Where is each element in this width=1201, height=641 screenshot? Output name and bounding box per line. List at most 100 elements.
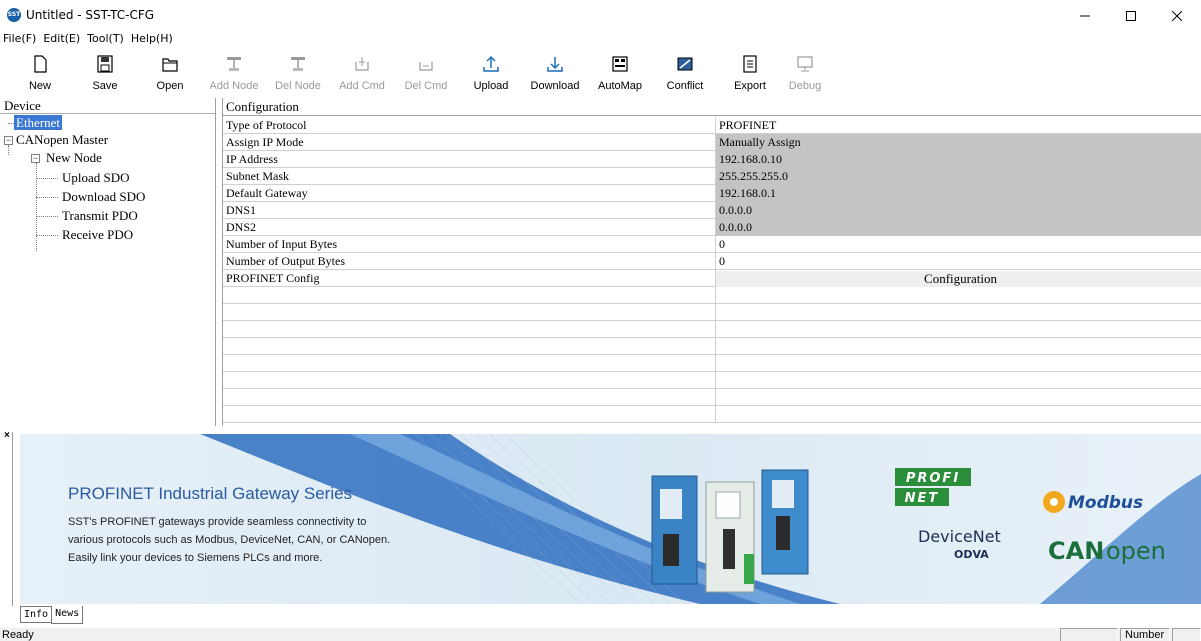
upload-icon bbox=[483, 55, 499, 72]
tree-item-label: CANopen Master bbox=[16, 132, 109, 147]
tree-item-label: Receive PDO bbox=[62, 227, 134, 242]
empty-cell bbox=[223, 287, 716, 304]
dns1-value[interactable]: 0.0.0.0 bbox=[716, 202, 1201, 219]
status-number-indicator: Number bbox=[1120, 628, 1170, 641]
modbus-logo-text: Modbus bbox=[1068, 493, 1143, 513]
debug-icon bbox=[797, 56, 813, 72]
export-icon bbox=[743, 55, 757, 73]
config-row: PROFINET Config Configuration bbox=[223, 270, 1201, 287]
tab-news[interactable]: News bbox=[51, 606, 84, 624]
config-row-name: Subnet Mask bbox=[223, 168, 716, 185]
tree-item-transmit-pdo[interactable]: Transmit PDO bbox=[60, 208, 140, 224]
banner-text-line: Easily link your devices to Siemens PLCs… bbox=[68, 552, 323, 564]
tree-item-receive-pdo[interactable]: Receive PDO bbox=[60, 227, 135, 243]
config-row: Number of Output Bytes 0 bbox=[223, 253, 1201, 270]
input-bytes-value[interactable]: 0 bbox=[716, 236, 1201, 253]
close-panel-icon[interactable]: × bbox=[4, 430, 10, 441]
tree-item-ethernet[interactable]: Ethernet bbox=[14, 115, 63, 131]
app-icon: SST bbox=[7, 8, 21, 22]
dns2-value[interactable]: 0.0.0.0 bbox=[716, 219, 1201, 236]
minimize-icon bbox=[1080, 15, 1090, 17]
config-row-name: Assign IP Mode bbox=[223, 134, 716, 151]
tree-line bbox=[36, 235, 58, 236]
config-row-name: Number of Input Bytes bbox=[223, 236, 716, 253]
config-row-name: Number of Output Bytes bbox=[223, 253, 716, 270]
new-button[interactable]: New bbox=[8, 50, 72, 97]
tree-item-label: New Node bbox=[46, 150, 102, 165]
devicenet-logo: DeviceNet ODVA bbox=[918, 527, 1001, 561]
tree-item-download-sdo[interactable]: Download SDO bbox=[60, 189, 147, 205]
empty-row bbox=[223, 355, 1201, 372]
tree-line bbox=[36, 163, 37, 251]
automap-button[interactable]: AutoMap bbox=[588, 50, 652, 97]
config-row: IP Address 192.168.0.10 bbox=[223, 151, 1201, 168]
menu-edit[interactable]: Edit(E) bbox=[40, 31, 84, 47]
canopen-logo: CAN open bbox=[1048, 537, 1166, 565]
tree-item-upload-sdo[interactable]: Upload SDO bbox=[60, 170, 132, 186]
debug-label: Debug bbox=[788, 80, 822, 92]
menu-file[interactable]: File(F) bbox=[0, 31, 40, 47]
download-button[interactable]: Download bbox=[523, 50, 587, 97]
close-button[interactable] bbox=[1154, 0, 1200, 32]
config-row-name: Default Gateway bbox=[223, 185, 716, 202]
maximize-button[interactable] bbox=[1108, 0, 1154, 32]
news-banner[interactable]: PROFINET Industrial Gateway Series SST's… bbox=[20, 434, 1201, 604]
tab-info[interactable]: Info bbox=[20, 606, 53, 623]
save-icon bbox=[97, 55, 113, 73]
collapse-icon[interactable]: − bbox=[4, 136, 13, 145]
panel-tabs: Info News bbox=[20, 606, 84, 624]
empty-row bbox=[223, 372, 1201, 389]
config-row-name: DNS1 bbox=[223, 202, 716, 219]
collapse-icon[interactable]: − bbox=[31, 154, 40, 163]
config-row: Type of Protocol PROFINET bbox=[223, 117, 1201, 134]
upload-label: Upload bbox=[473, 80, 509, 92]
status-bar: Ready Number bbox=[0, 628, 1201, 641]
delete-node-icon bbox=[291, 57, 305, 71]
odva-logo-text: ODVA bbox=[954, 548, 989, 561]
output-bytes-value[interactable]: 0 bbox=[716, 253, 1201, 270]
minimize-button[interactable] bbox=[1062, 0, 1108, 32]
ip-address-value[interactable]: 192.168.0.10 bbox=[716, 151, 1201, 168]
delete-cmd-button[interactable]: Del Cmd bbox=[394, 50, 458, 97]
canopen-logo-can: CAN bbox=[1048, 537, 1104, 565]
config-row-name: DNS2 bbox=[223, 219, 716, 236]
tree-line bbox=[36, 216, 58, 217]
gateway-devices-image bbox=[651, 469, 809, 593]
menu-help[interactable]: Help(H) bbox=[128, 31, 177, 47]
add-node-icon bbox=[227, 57, 241, 71]
conflict-button[interactable]: Conflict bbox=[653, 50, 717, 97]
empty-cell bbox=[223, 372, 716, 389]
empty-row bbox=[223, 304, 1201, 321]
save-button[interactable]: Save bbox=[73, 50, 137, 97]
save-label: Save bbox=[92, 80, 118, 92]
toolbar: New Save Open Add Node Del Node Add Cmd … bbox=[0, 50, 1201, 97]
ip-mode-value[interactable]: Manually Assign bbox=[716, 134, 1201, 151]
tree-item-label: Transmit PDO bbox=[62, 208, 138, 223]
config-row: Default Gateway 192.168.0.1 bbox=[223, 185, 1201, 202]
configuration-grid: Configuration Type of Protocol PROFINET … bbox=[222, 98, 1201, 426]
config-row-name: IP Address bbox=[223, 151, 716, 168]
profinet-configuration-button[interactable]: Configuration bbox=[716, 270, 1201, 287]
canopen-logo-open: open bbox=[1106, 537, 1166, 565]
new-file-icon bbox=[34, 55, 47, 73]
config-row: Number of Input Bytes 0 bbox=[223, 236, 1201, 253]
delete-node-button[interactable]: Del Node bbox=[266, 50, 330, 97]
empty-cell bbox=[223, 338, 716, 355]
tree-item-canopen-master[interactable]: CANopen Master bbox=[14, 132, 110, 148]
modbus-logo: Modbus bbox=[1043, 491, 1143, 513]
config-header: Configuration bbox=[223, 98, 1201, 116]
add-node-button[interactable]: Add Node bbox=[202, 50, 266, 97]
banner-text-line: SST's PROFINET gateways provide seamless… bbox=[68, 516, 367, 528]
gateway-value[interactable]: 192.168.0.1 bbox=[716, 185, 1201, 202]
empty-cell bbox=[223, 321, 716, 338]
menu-tool[interactable]: Tool(T) bbox=[84, 31, 128, 47]
protocol-value[interactable]: PROFINET bbox=[716, 117, 1201, 134]
upload-button[interactable]: Upload bbox=[459, 50, 523, 97]
empty-row bbox=[223, 406, 1201, 423]
download-icon bbox=[547, 57, 563, 72]
add-cmd-button[interactable]: Add Cmd bbox=[330, 50, 394, 97]
open-button[interactable]: Open bbox=[138, 50, 202, 97]
tree-item-new-node[interactable]: New Node bbox=[44, 150, 104, 166]
debug-button[interactable]: Debug bbox=[773, 50, 837, 97]
subnet-mask-value[interactable]: 255.255.255.0 bbox=[716, 168, 1201, 185]
